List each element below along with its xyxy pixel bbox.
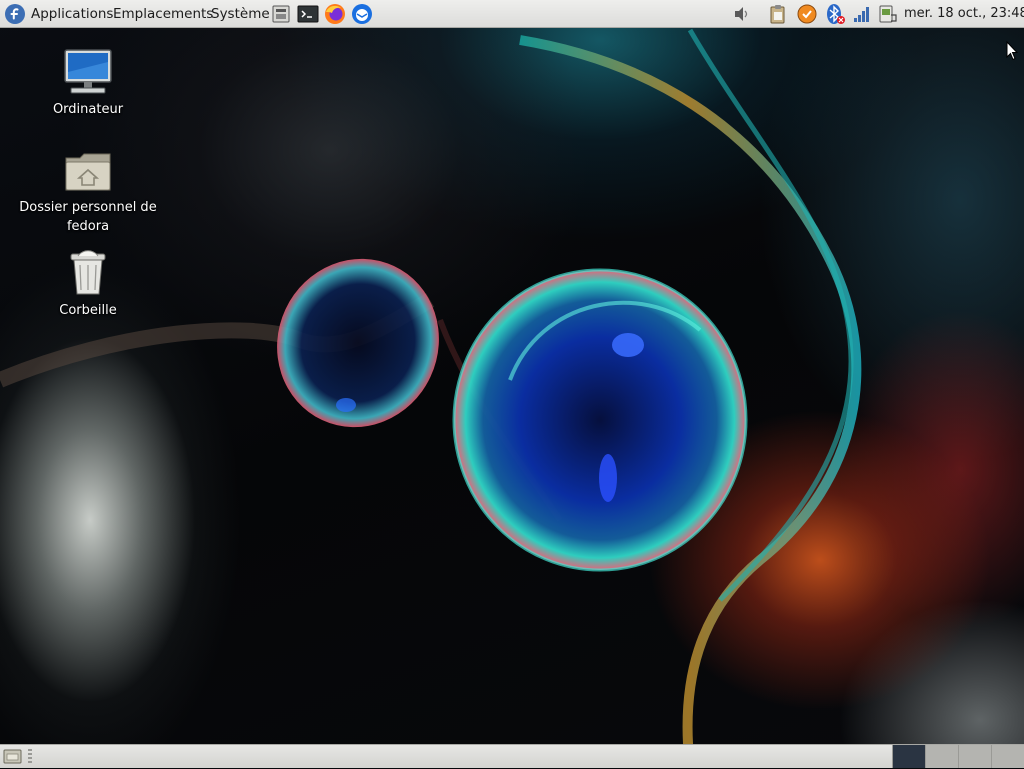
desktop-icon-trash[interactable]: Corbeille [13,249,163,320]
clipboard-icon[interactable] [767,3,789,25]
mouse-cursor-icon [1006,40,1019,65]
network-signal-icon[interactable] [851,3,873,25]
places-menu[interactable]: Emplacements [113,0,213,28]
terminal-icon[interactable] [297,3,319,25]
trash-icon [70,250,106,295]
panel-clock[interactable]: mer. 18 oct., 23:48 [904,0,1024,28]
workspace-1[interactable] [892,745,925,768]
system-menu[interactable]: Système [211,0,270,28]
desktop-icon-label: Corbeille [59,303,117,318]
power-icon[interactable] [877,3,899,25]
panel-drag-handle[interactable] [28,749,32,764]
bottom-panel [0,744,1024,768]
desktop-icon-computer[interactable]: Ordinateur [13,48,163,119]
computer-icon [64,49,112,94]
desktop-icon-home-folder[interactable]: Dossier personnel de fedora [13,150,163,236]
bluetooth-disabled-icon[interactable] [824,3,846,25]
thunderbird-icon[interactable] [351,3,373,25]
fedora-logo-icon[interactable] [4,0,26,28]
applications-menu[interactable]: Applications [31,0,113,28]
firefox-icon[interactable] [324,3,346,25]
clock-label: mer. 18 oct., 23:48 [904,6,1024,21]
screenshot-icon[interactable] [270,3,292,25]
top-panel: Applications Emplacements Système mer. 1… [0,0,1024,28]
desktop-icon-label: Dossier personnel de fedora [19,200,157,234]
places-menu-label: Emplacements [113,6,214,22]
volume-icon[interactable] [731,3,753,25]
workspace-4[interactable] [991,745,1024,768]
workspace-3[interactable] [958,745,991,768]
home-folder-icon [65,153,111,191]
desktop-icon-label: Ordinateur [52,102,124,117]
workspace-2[interactable] [925,745,958,768]
show-desktop-button[interactable] [3,748,23,769]
show-desktop-icon [3,749,22,764]
applications-menu-label: Applications [31,6,114,22]
update-notifier-icon[interactable] [796,3,818,25]
system-menu-label: Système [211,6,270,22]
